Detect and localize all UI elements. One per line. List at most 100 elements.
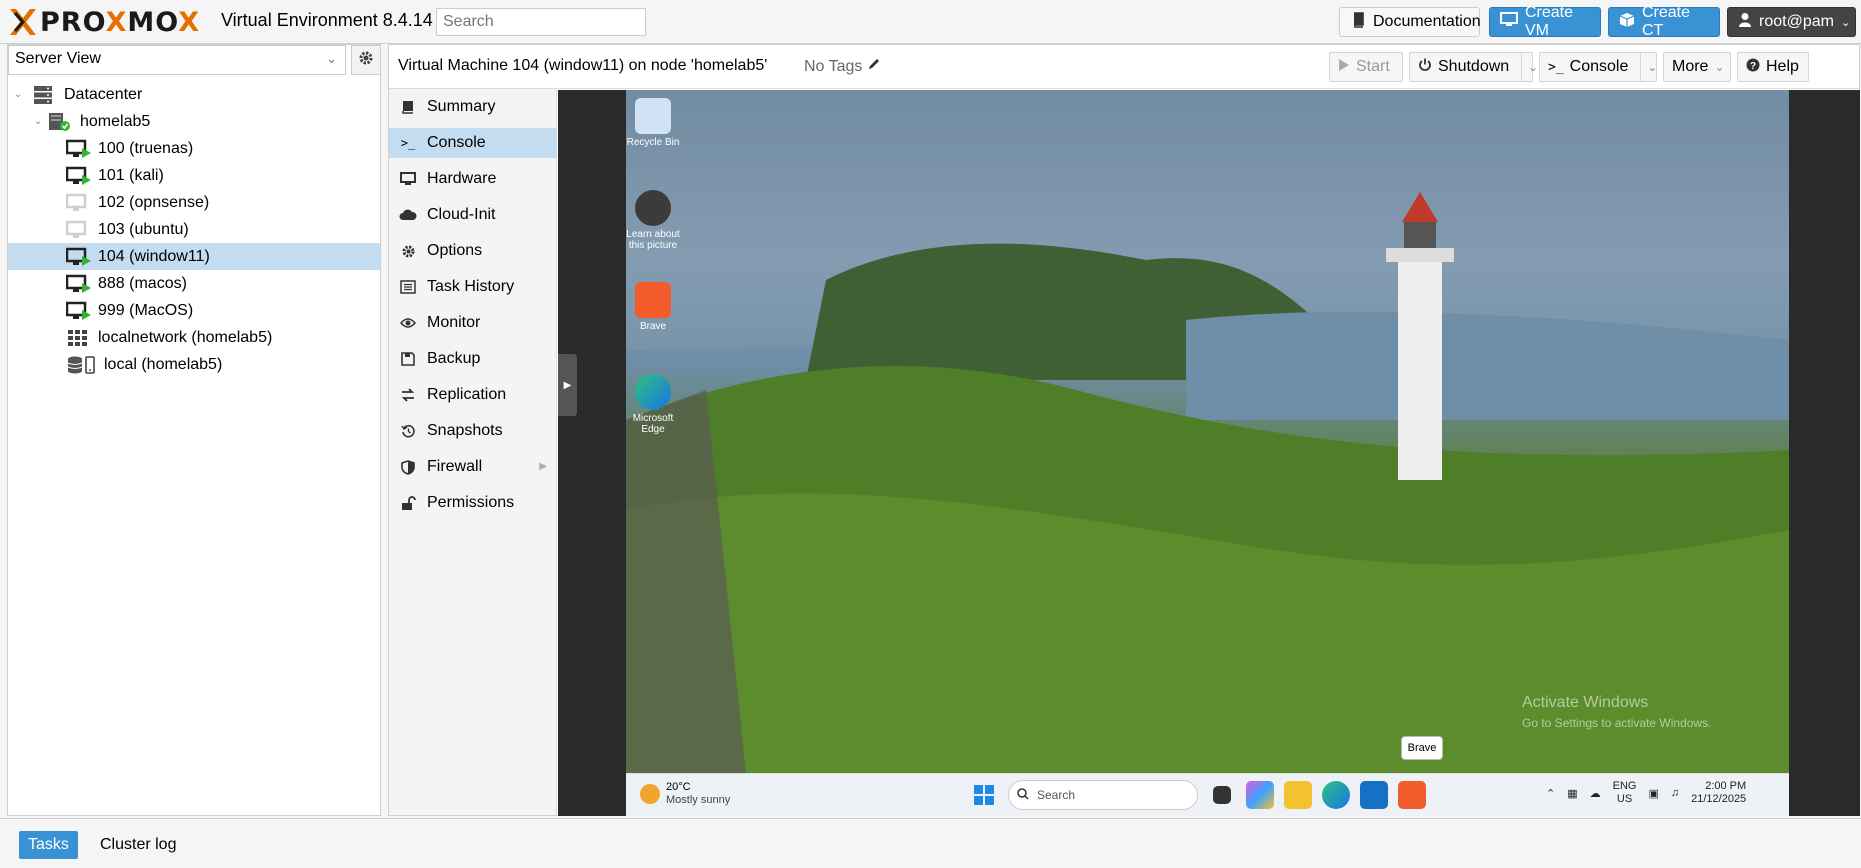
vm-header: Virtual Machine 104 (window11) on node '… [389,45,1859,89]
logo-text: PROXMOX [40,6,201,38]
vm-running-icon [65,274,92,294]
storage-icon [66,355,98,375]
console-sidebar-toggle[interactable]: ▶ [558,354,577,416]
tree-item-vm[interactable]: 999 (MacOS) [8,297,380,324]
nav-item-task-history[interactable]: Task History [389,272,557,302]
nav-item-summary[interactable]: Summary [389,92,557,122]
nav-item-snapshots[interactable]: Snapshots [389,416,557,446]
vm-console-view[interactable]: ▶ Recycle Bin Learn about this picture B… [558,90,1860,816]
language-indicator[interactable]: ENG US [1613,780,1637,806]
store-icon[interactable] [1360,781,1388,809]
desktop-icon-learn-picture[interactable]: Learn about this picture [626,190,684,251]
proxmox-logo[interactable]: PROXMOX [8,6,200,38]
documentation-button[interactable]: Documentation [1339,7,1481,37]
edge-icon[interactable] [1322,781,1350,809]
app-version-label: Virtual Environment 8.4.14 [221,10,433,30]
create-ct-button[interactable]: Create CT [1608,4,1720,39]
help-button[interactable]: ? Help [1737,52,1809,82]
nav-item-firewall[interactable]: Firewall ▶ [389,452,557,482]
nav-item-console[interactable]: >_ Console [389,128,557,158]
vm-running-icon [65,301,92,321]
bottom-log-bar: Tasks Cluster log [0,818,1861,868]
vm-running-icon [65,139,92,159]
tree-item-vm[interactable]: 102 (opnsense) [8,189,380,216]
task-view-icon[interactable] [1213,786,1231,804]
chevron-down-icon: ⌄ [14,89,23,100]
start-button[interactable]: Start [1329,52,1403,82]
node-icon [48,112,74,132]
copilot-icon[interactable] [1246,781,1274,809]
nav-item-backup[interactable]: Backup [389,344,557,374]
clock[interactable]: 2:00 PM 21/12/2025 [1691,780,1746,806]
global-search-input[interactable] [436,8,646,36]
more-button[interactable]: More ⌄ [1663,52,1731,82]
onedrive-icon[interactable]: ☁ [1590,787,1601,800]
windows-taskbar: 20°C Mostly sunny Search ⌃ ▦ ☁ ENG US ▣ … [626,773,1789,816]
desktop-icon-recycle-bin[interactable]: Recycle Bin [626,98,684,148]
chevron-down-icon: ⌄ [326,51,337,66]
view-settings-button[interactable] [351,45,381,75]
tags-edit[interactable]: No Tags [804,57,881,76]
weather-widget[interactable]: 20°C Mostly sunny [640,781,730,807]
pencil-icon [867,58,881,75]
tree-item-vm[interactable]: 888 (macos) [8,270,380,297]
windows-start-icon[interactable] [970,781,998,809]
nav-item-monitor[interactable]: Monitor [389,308,557,338]
cloud-icon [399,207,417,223]
desktop-icon-brave[interactable]: Brave [626,282,684,332]
console-button[interactable]: >_ Console ⌄ [1539,52,1657,82]
sun-icon [640,784,660,804]
tree-item-node[interactable]: ⌄ homelab5 [8,108,380,135]
tree-item-vm[interactable]: 100 (truenas) [8,135,380,162]
file-explorer-icon[interactable] [1284,781,1312,809]
user-icon [1738,12,1752,33]
tree-item-vm[interactable]: 103 (ubuntu) [8,216,380,243]
tree-item-vm[interactable]: 101 (kali) [8,162,380,189]
vm-stopped-icon [65,193,92,213]
brave-icon[interactable] [1398,781,1426,809]
chevron-down-icon: ⌄ [1714,60,1725,74]
replication-icon [399,387,417,403]
nav-item-replication[interactable]: Replication [389,380,557,410]
datacenter-icon [32,85,58,105]
chevron-down-icon: ⌄ [34,116,43,127]
nav-item-permissions[interactable]: Permissions [389,488,557,518]
help-icon: ? [1746,58,1760,77]
chevron-down-icon[interactable]: ⌄ [1640,52,1657,82]
network-icon[interactable]: ▣ [1648,787,1658,800]
view-select[interactable]: Server View ⌄ [8,45,346,75]
shutdown-button[interactable]: Shutdown ⌄ [1409,52,1538,82]
nav-item-cloud-init[interactable]: Cloud-Init [389,200,557,230]
chevron-up-icon[interactable]: ⌃ [1546,787,1555,800]
vm-nav: Summary >_ Console Hardware Cloud-Init O… [389,89,557,815]
tree-item-storage[interactable]: local (homelab5) [8,351,380,378]
system-tray: ⌃ ▦ ☁ ENG US ▣ ♫ 2:00 PM 21/12/2025 [1546,780,1746,806]
chevron-right-icon: ▶ [563,379,572,391]
activate-windows-title: Activate Windows [1522,694,1649,711]
terminal-icon: >_ [400,136,416,150]
tree-item-vm-selected[interactable]: 104 (window11) [8,243,380,270]
user-menu-button[interactable]: root@pam ⌄ [1727,7,1856,37]
monitor-icon [1500,11,1518,33]
wallpaper-landscape [626,90,1789,773]
nav-item-options[interactable]: Options [389,236,557,266]
nav-item-hardware[interactable]: Hardware [389,164,557,194]
chevron-down-icon[interactable]: ⌄ [1521,52,1538,82]
tree-item-datacenter[interactable]: ⌄ Datacenter [8,81,380,108]
create-vm-button[interactable]: Create VM [1489,4,1601,39]
grid-icon[interactable]: ▦ [1567,787,1577,800]
vm-running-icon [65,166,92,186]
play-icon [1338,58,1350,77]
volume-icon[interactable]: ♫ [1671,787,1679,799]
monitor-icon [399,171,417,187]
windows-desktop[interactable]: Recycle Bin Learn about this picture Bra… [626,90,1789,773]
desktop-icon-edge[interactable]: Microsoft Edge [626,374,684,435]
tab-cluster-log[interactable]: Cluster log [91,831,185,859]
unlock-icon [399,495,417,511]
proxmox-x-icon [10,9,36,35]
taskbar-search-input[interactable]: Search [1008,780,1198,810]
tree-item-network[interactable]: localnetwork (homelab5) [8,324,380,351]
shield-icon [399,459,417,475]
tab-tasks[interactable]: Tasks [19,831,78,859]
network-grid-icon [66,328,92,348]
